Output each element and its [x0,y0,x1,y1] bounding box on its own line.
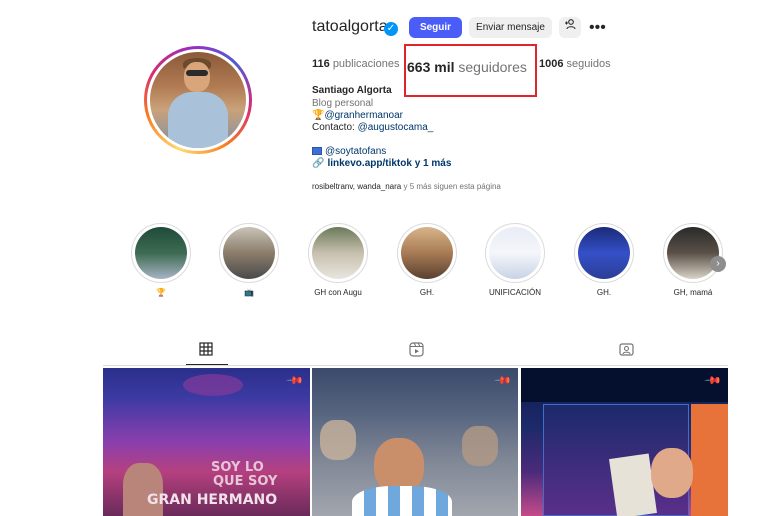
send-message-button[interactable]: Enviar mensaje [469,17,552,38]
category-label: Blog personal [312,98,374,109]
bio-external-link[interactable]: 🔗 linkevo.app/tiktok y 1 más [312,158,451,169]
contact-mention-link[interactable]: @augustocama_ [358,122,434,133]
chevron-right-icon[interactable]: › [710,256,726,272]
highlight-cover [401,227,453,279]
highlight-cover [667,227,719,279]
pin-icon: 📌 [285,371,304,390]
grid-icon[interactable] [199,342,215,358]
add-user-icon[interactable] [559,17,581,38]
tabs-divider [103,365,728,366]
followed-by[interactable]: rosibeltranv, wanda_nara y 5 más siguen … [312,182,501,191]
bio-mention-link[interactable]: 🏆@granhermanoar [312,110,403,121]
bio-fans-link[interactable]: @soytatofans [312,146,386,157]
highlight-item[interactable]: GH. [397,223,457,297]
active-tab-indicator [186,364,228,365]
post-thumbnail[interactable]: SOY LO QUE SOY GRAN HERMANO 📌 [103,368,310,516]
highlight-cover [135,227,187,279]
flag-icon [312,147,322,156]
highlight-item[interactable]: GH. [574,223,634,297]
verified-badge-icon: ✓ [384,22,398,36]
highlight-item[interactable]: UNIFICACIÓN [485,223,545,297]
full-name: Santiago Algorta [312,85,392,96]
profile-avatar[interactable] [144,46,252,154]
highlight-cover [578,227,630,279]
reels-icon[interactable] [409,342,425,358]
highlight-item[interactable]: GH con Augu [308,223,368,297]
post-thumbnail[interactable]: 📌 [521,368,728,516]
profile-photo [150,52,246,148]
link-icon: 🔗 [312,158,325,169]
following-stat[interactable]: 1006 seguidos [539,58,611,70]
highlight-item[interactable]: 🏆 [131,223,191,297]
posts-stat: 116 publicaciones [312,58,400,70]
more-options-icon[interactable]: ••• [589,17,606,38]
pin-icon: 📌 [493,371,512,390]
highlight-cover [312,227,364,279]
tagged-icon[interactable] [619,342,635,358]
username: tatoalgorta [312,18,388,35]
bio-contact: Contacto: @augustocama_ [312,122,434,133]
highlight-cover [489,227,541,279]
post-thumbnail[interactable]: 📌 [312,368,518,516]
followers-stat[interactable]: 663 mil seguidores [407,59,527,75]
highlight-item[interactable]: 📺 [219,223,279,297]
follow-button[interactable]: Seguir [409,17,462,38]
highlight-cover [223,227,275,279]
